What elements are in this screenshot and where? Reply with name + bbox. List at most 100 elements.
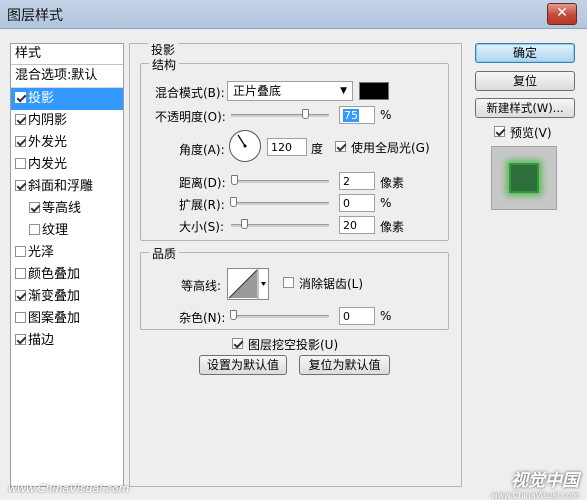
preview-checkbox[interactable] — [494, 126, 505, 137]
distance-slider-thumb[interactable] — [231, 175, 238, 185]
style-list-item[interactable]: 内发光 — [11, 154, 123, 176]
noise-label: 杂色(N): — [179, 311, 226, 325]
style-list-item-label: 图案叠加 — [28, 311, 81, 326]
knockout-label: 图层挖空投影(U) — [248, 338, 339, 352]
spread-label: 扩展(R): — [179, 198, 225, 212]
spread-input[interactable]: 0 — [339, 194, 375, 212]
style-list-item-label: 等高线 — [42, 201, 82, 216]
drop-shadow-panel: 投影 结构 混合模式(B): 正片叠底 ▼ 不透明度(O): 75 % 角度(A… — [129, 41, 462, 487]
opacity-unit: % — [380, 108, 392, 122]
style-checkbox[interactable] — [15, 180, 26, 191]
style-checkbox[interactable] — [15, 334, 26, 345]
style-checkbox[interactable] — [15, 312, 26, 323]
close-button[interactable]: ✕ — [547, 3, 577, 25]
opacity-label: 不透明度(O): — [155, 110, 226, 124]
shadow-color-swatch[interactable] — [359, 82, 389, 100]
style-list-item[interactable]: 渐变叠加 — [11, 286, 123, 308]
watermark-brand: 视觉中国 — [511, 471, 579, 491]
style-list-item[interactable]: 光泽 — [11, 242, 123, 264]
style-list-item[interactable]: 混合选项:默认 — [11, 65, 123, 88]
style-list-item[interactable]: 投影 — [11, 88, 123, 110]
anti-alias-label: 消除锯齿(L) — [299, 277, 364, 291]
style-list-item-label: 外发光 — [28, 135, 68, 150]
structure-group: 结构 混合模式(B): 正片叠底 ▼ 不透明度(O): 75 % 角度(A): … — [140, 56, 449, 241]
new-style-button[interactable]: 新建样式(W)... — [475, 98, 575, 118]
styles-list-header: 样式 — [11, 44, 123, 65]
spread-slider-thumb[interactable] — [230, 197, 237, 207]
global-light-label: 使用全局光(G) — [351, 141, 430, 155]
size-slider-thumb[interactable] — [241, 219, 248, 229]
watermark-url: www.ChinaVisual.com — [8, 482, 130, 495]
spread-slider-track[interactable] — [231, 202, 329, 205]
distance-slider-track[interactable] — [231, 180, 329, 183]
style-checkbox[interactable] — [15, 114, 26, 125]
style-checkbox[interactable] — [15, 136, 26, 147]
opacity-slider-thumb[interactable] — [302, 109, 309, 119]
style-list-item-label: 斜面和浮雕 — [28, 179, 94, 194]
style-list-item[interactable]: 斜面和浮雕 — [11, 176, 123, 198]
contour-label: 等高线: — [181, 279, 222, 293]
style-list-item-label: 描边 — [28, 333, 55, 348]
noise-input[interactable]: 0 — [339, 307, 375, 325]
quality-title: 品质 — [149, 245, 180, 262]
opacity-value: 75 — [343, 109, 359, 122]
style-checkbox[interactable] — [15, 246, 26, 257]
title-bar: 图层样式 ✕ — [0, 0, 587, 29]
structure-title: 结构 — [149, 56, 180, 73]
style-checkbox[interactable] — [29, 224, 40, 235]
blend-mode-label: 混合模式(B): — [155, 86, 225, 100]
distance-value: 2 — [343, 175, 350, 188]
size-value: 20 — [343, 219, 357, 232]
global-light-checkbox[interactable] — [335, 141, 346, 152]
style-list-item[interactable]: 等高线 — [11, 198, 123, 220]
contour-picker[interactable] — [227, 268, 269, 300]
style-checkbox[interactable] — [15, 268, 26, 279]
noise-slider-track[interactable] — [231, 315, 329, 318]
style-preview-swatch — [509, 163, 539, 193]
angle-input[interactable]: 120 — [267, 138, 307, 156]
style-list-item[interactable]: 纹理 — [11, 220, 123, 242]
distance-input[interactable]: 2 — [339, 172, 375, 190]
distance-label: 距离(D): — [179, 176, 226, 190]
style-list-item-label: 渐变叠加 — [28, 289, 81, 304]
knockout-checkbox[interactable] — [232, 338, 243, 349]
angle-label: 角度(A): — [179, 143, 225, 157]
angle-dial[interactable] — [229, 130, 261, 162]
window-title: 图层样式 — [7, 8, 63, 24]
style-list-item-label: 内发光 — [28, 157, 68, 172]
style-list-item-label: 内阴影 — [28, 113, 68, 128]
style-checkbox[interactable] — [15, 92, 26, 103]
style-checkbox[interactable] — [15, 290, 26, 301]
style-checkbox[interactable] — [15, 158, 26, 169]
style-list-item[interactable]: 图案叠加 — [11, 308, 123, 330]
spread-unit: % — [380, 196, 392, 210]
style-list-item[interactable]: 内阴影 — [11, 110, 123, 132]
style-list-item[interactable]: 外发光 — [11, 132, 123, 154]
spread-value: 0 — [343, 197, 350, 210]
style-checkbox[interactable] — [29, 202, 40, 213]
styles-list: 样式 混合选项:默认投影内阴影外发光内发光斜面和浮雕等高线纹理光泽 颜色叠加渐变叠… — [10, 43, 124, 487]
angle-value: 120 — [271, 141, 292, 154]
make-default-button[interactable]: 设置为默认值 — [199, 355, 287, 375]
ok-button[interactable]: 确定 — [475, 43, 575, 63]
noise-slider-thumb[interactable] — [230, 310, 237, 320]
watermark-logo: 视觉中国 www.ChinaVisual.com — [491, 466, 579, 500]
quality-group: 品质 等高线: 消除锯齿(L) 杂色(N): 0 % — [140, 245, 449, 330]
opacity-input[interactable]: 75 — [339, 106, 375, 124]
opacity-slider-track[interactable] — [231, 114, 329, 117]
size-unit: 像素 — [380, 220, 405, 234]
distance-unit: 像素 — [380, 176, 405, 190]
size-input[interactable]: 20 — [339, 216, 375, 234]
blend-mode-value: 正片叠底 — [233, 84, 282, 98]
style-list-item[interactable]: 颜色叠加 — [11, 264, 123, 286]
size-label: 大小(S): — [179, 220, 225, 234]
reset-default-button[interactable]: 复位为默认值 — [299, 355, 390, 375]
reset-button[interactable]: 复位 — [475, 71, 575, 91]
preview-label: 预览(V) — [510, 126, 552, 140]
style-list-item-label: 纹理 — [42, 223, 69, 238]
anti-alias-checkbox[interactable] — [283, 277, 294, 288]
blend-mode-select[interactable]: 正片叠底 ▼ — [227, 81, 353, 101]
style-list-item-label: 投影 — [28, 91, 55, 106]
style-list-item-label: 混合选项:默认 — [15, 68, 98, 83]
style-list-item[interactable]: 描边 — [11, 330, 123, 352]
